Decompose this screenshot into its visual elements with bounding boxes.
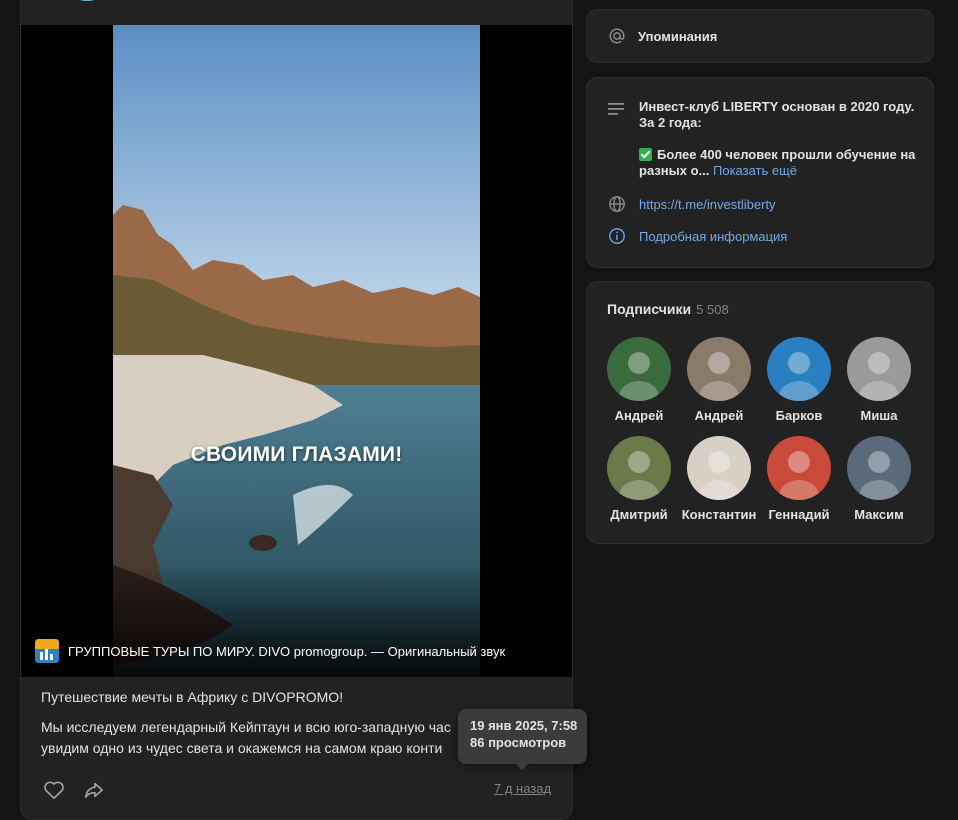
share-button[interactable] <box>83 779 105 801</box>
group-description-more: Более 400 человек прошли обучение на раз… <box>639 147 919 179</box>
description-icon <box>608 103 624 115</box>
subscribers-count: 5 508 <box>696 302 729 317</box>
post-card: СВОИМИ ГЛАЗАМИ! ГРУППОВЫЕ ТУРЫ ПО МИРУ. … <box>20 0 573 820</box>
subscribers-title-text: Подписчики <box>607 301 692 317</box>
subscriber-name: Андрей <box>694 408 744 423</box>
subscriber-name: Миша <box>860 408 898 423</box>
avatar <box>687 436 751 500</box>
group-description: Инвест-клуб LIBERTY основан в 2020 году.… <box>639 99 915 130</box>
avatar <box>767 436 831 500</box>
avatar <box>767 337 831 401</box>
sound-label: ГРУППОВЫЕ ТУРЫ ПО МИРУ. DIVO promogroup.… <box>68 643 506 659</box>
mentions-card[interactable]: Упоминания <box>586 9 934 63</box>
at-icon <box>609 28 625 44</box>
heart-icon <box>44 781 64 799</box>
avatar <box>687 337 751 401</box>
post-time-link[interactable]: 7 д назад <box>494 781 551 796</box>
subscriber-name: Геннадий <box>768 507 830 522</box>
date-tooltip: 19 янв 2025, 7:58 86 просмотров <box>458 709 587 770</box>
sound-attribution[interactable]: ГРУППОВЫЕ ТУРЫ ПО МИРУ. DIVO promogroup.… <box>35 638 505 664</box>
group-logo-icon <box>35 639 59 663</box>
tooltip-views: 86 просмотров <box>470 735 567 750</box>
avatar <box>607 337 671 401</box>
avatar <box>607 436 671 500</box>
subscriber-item[interactable]: Барков <box>759 337 839 423</box>
post-text: Мы исследуем легендарный Кейптаун и всю … <box>41 717 461 759</box>
tooltip-date: 19 янв 2025, 7:58 <box>470 718 578 733</box>
subscriber-item[interactable]: Миша <box>839 337 919 423</box>
subscriber-item[interactable]: Андрей <box>599 337 679 423</box>
video-caption: СВОИМИ ГЛАЗАМИ! <box>190 443 403 466</box>
author-avatar[interactable] <box>71 0 103 1</box>
subscriber-item[interactable]: Дмитрий <box>599 436 679 522</box>
post-actions <box>43 779 105 801</box>
mentions-label: Упоминания <box>638 29 718 44</box>
website-link[interactable]: https://t.me/investliberty <box>639 197 776 212</box>
subscriber-name: Барков <box>775 408 823 423</box>
video-player[interactable]: СВОИМИ ГЛАЗАМИ! ГРУППОВЫЕ ТУРЫ ПО МИРУ. … <box>21 25 572 677</box>
avatar <box>847 337 911 401</box>
avatar <box>847 436 911 500</box>
details-link[interactable]: Подробная информация <box>639 229 787 244</box>
subscriber-name: Дмитрий <box>610 507 668 522</box>
globe-icon <box>609 196 625 212</box>
subscriber-name: Максим <box>854 507 904 522</box>
post-title: Путешествие мечты в Африку с DIVOPROMO! <box>41 689 344 705</box>
subscriber-name: Константин <box>681 507 757 522</box>
share-icon <box>85 782 103 799</box>
like-button[interactable] <box>43 779 65 801</box>
info-icon <box>609 228 625 244</box>
check-icon <box>639 148 652 161</box>
subscriber-item[interactable]: Геннадий <box>759 436 839 522</box>
subscriber-item[interactable]: Андрей <box>679 337 759 423</box>
subscriber-name: Андрей <box>614 408 664 423</box>
post-text-line: Мы исследуем легендарный Кейптаун и всю … <box>41 719 451 735</box>
post-text-line: увидим одно из чудес света и окажемся на… <box>41 740 443 756</box>
subscriber-item[interactable]: Максим <box>839 436 919 522</box>
subscribers-card: Подписчики 5 508 Андрей Андрей Барков Миш… <box>586 281 934 544</box>
group-info-card: Инвест-клуб LIBERTY основан в 2020 году.… <box>586 77 934 268</box>
show-more-link[interactable]: Показать ещё <box>713 163 797 178</box>
subscribers-title[interactable]: Подписчики 5 508 <box>607 301 729 317</box>
subscriber-item[interactable]: Константин <box>679 436 759 522</box>
